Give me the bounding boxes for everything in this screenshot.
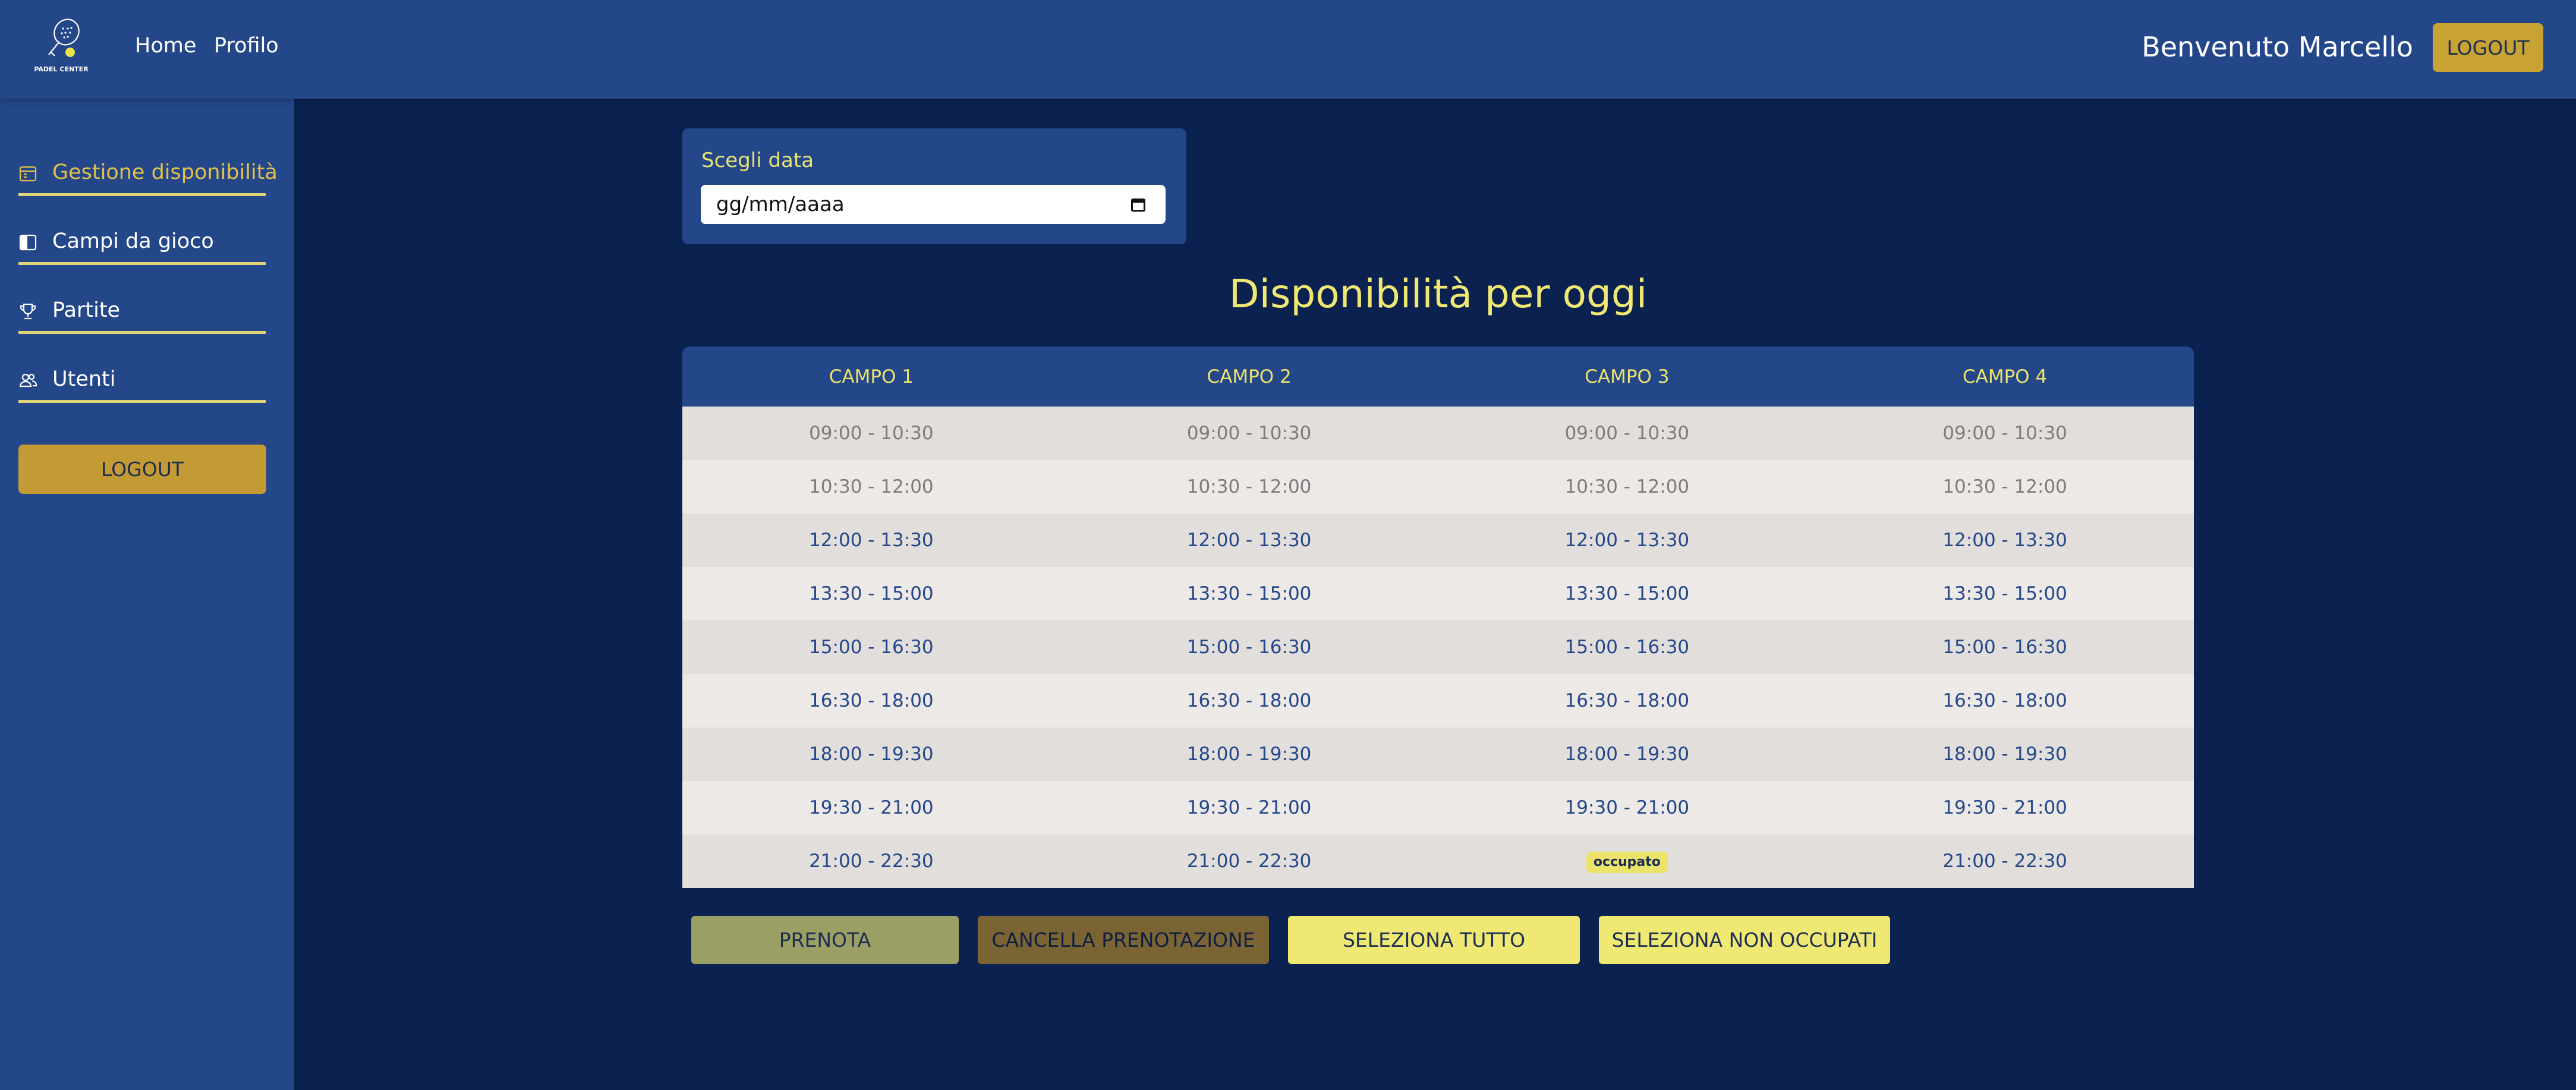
- date-input-placeholder: gg/mm/aaaa: [716, 193, 845, 216]
- time-slot-cell[interactable]: 15:00 - 16:30: [1438, 620, 1816, 674]
- date-picker-label: Scegli data: [701, 149, 814, 172]
- date-picker-card: Scegli data gg/mm/aaaa: [682, 128, 1186, 244]
- padel-racket-icon: PADEL CENTER: [34, 18, 89, 73]
- time-slot-cell[interactable]: 18:00 - 19:30: [682, 727, 1060, 781]
- time-slot-cell[interactable]: 16:30 - 18:00: [1060, 674, 1438, 727]
- calendar-picker-icon[interactable]: [1129, 195, 1148, 214]
- table-row: 15:00 - 16:30 15:00 - 16:30 15:00 - 16:30 1…: [682, 620, 2194, 674]
- sidebar: Gestione disponibilità Campi da gioco Pa…: [0, 99, 294, 1090]
- time-slot-cell[interactable]: 09:00 - 10:30: [682, 407, 1060, 460]
- time-slot-cell[interactable]: occupato: [1438, 834, 1816, 888]
- sidebar-item-label: Partite: [52, 298, 121, 322]
- time-slot-cell[interactable]: 10:30 - 12:00: [682, 460, 1060, 514]
- prenota-button[interactable]: PRENOTA: [691, 916, 959, 964]
- time-slot-cell[interactable]: 12:00 - 13:30: [1060, 514, 1438, 567]
- table-row: 13:30 - 15:00 13:30 - 15:00 13:30 - 15:00 1…: [682, 567, 2194, 620]
- time-slot-cell[interactable]: 13:30 - 15:00: [1816, 567, 2194, 620]
- time-slot-cell[interactable]: 15:00 - 16:30: [682, 620, 1060, 674]
- logo-text: PADEL CENTER: [34, 65, 89, 73]
- top-navbar: PADEL CENTER Home Profilo Benvenuto Marc…: [0, 0, 2576, 99]
- time-slot-cell[interactable]: 21:00 - 22:30: [682, 834, 1060, 888]
- time-slot-cell[interactable]: 18:00 - 19:30: [1060, 727, 1438, 781]
- cancella-prenotazione-button[interactable]: CANCELLA PRENOTAZIONE: [978, 916, 1269, 964]
- time-slot-cell[interactable]: 16:30 - 18:00: [682, 674, 1060, 727]
- sidebar-item-label: Campi da gioco: [52, 229, 214, 253]
- time-slot-cell[interactable]: 09:00 - 10:30: [1816, 407, 2194, 460]
- seleziona-non-occupati-button[interactable]: SELEZIONA NON OCCUPATI: [1599, 916, 1890, 964]
- date-input[interactable]: gg/mm/aaaa: [701, 185, 1166, 224]
- time-slot-cell[interactable]: 19:30 - 21:00: [1060, 781, 1438, 834]
- sidebar-item-label: Gestione disponibilità: [52, 160, 278, 184]
- header-logout-button[interactable]: LOGOUT: [2433, 23, 2543, 72]
- time-slot-cell[interactable]: 13:30 - 15:00: [1060, 567, 1438, 620]
- availability-table-wrapper: CAMPO 1 CAMPO 2 CAMPO 3 CAMPO 4 09:00 - …: [682, 346, 2194, 888]
- seleziona-tutto-button[interactable]: SELEZIONA TUTTO: [1288, 916, 1580, 964]
- column-header-campo-1: CAMPO 1: [682, 346, 1060, 407]
- table-header-row: CAMPO 1 CAMPO 2 CAMPO 3 CAMPO 4: [682, 346, 2194, 407]
- time-slot-cell[interactable]: 12:00 - 13:30: [1438, 514, 1816, 567]
- nav-home-link[interactable]: Home: [135, 31, 196, 61]
- calendar-icon: [18, 164, 37, 183]
- table-row: 21:00 - 22:30 21:00 - 22:30 occupato 21:00 …: [682, 834, 2194, 888]
- time-slot-cell[interactable]: 15:00 - 16:30: [1816, 620, 2194, 674]
- time-slot-cell[interactable]: 21:00 - 22:30: [1060, 834, 1438, 888]
- table-row: 12:00 - 13:30 12:00 - 13:30 12:00 - 13:30 1…: [682, 514, 2194, 567]
- welcome-message: Benvenuto Marcello: [2142, 31, 2413, 63]
- time-slot-cell[interactable]: 13:30 - 15:00: [1438, 567, 1816, 620]
- table-body: 09:00 - 10:30 09:00 - 10:30 09:00 - 10:30 0…: [682, 407, 2194, 888]
- table-row: 09:00 - 10:30 09:00 - 10:30 09:00 - 10:30 0…: [682, 407, 2194, 460]
- time-slot-cell[interactable]: 18:00 - 19:30: [1438, 727, 1816, 781]
- users-icon: [18, 371, 37, 390]
- table-row: 10:30 - 12:00 10:30 - 12:00 10:30 - 12:00 1…: [682, 460, 2194, 514]
- time-slot-cell[interactable]: 18:00 - 19:30: [1816, 727, 2194, 781]
- sidebar-item-gestione-disponibilita[interactable]: Gestione disponibilità: [18, 157, 278, 196]
- time-slot-cell[interactable]: 09:00 - 10:30: [1438, 407, 1816, 460]
- table-row: 16:30 - 18:00 16:30 - 18:00 16:30 - 18:00 1…: [682, 674, 2194, 727]
- table-row: 19:30 - 21:00 19:30 - 21:00 19:30 - 21:00 1…: [682, 781, 2194, 834]
- time-slot-cell[interactable]: 13:30 - 15:00: [682, 567, 1060, 620]
- column-header-campo-4: CAMPO 4: [1816, 346, 2194, 407]
- nav-profilo-link[interactable]: Profilo: [214, 31, 279, 61]
- column-header-campo-2: CAMPO 2: [1060, 346, 1438, 407]
- time-slot-cell[interactable]: 19:30 - 21:00: [1438, 781, 1816, 834]
- time-slot-cell[interactable]: 12:00 - 13:30: [682, 514, 1060, 567]
- occupied-badge: occupato: [1586, 852, 1668, 873]
- sidebar-item-label: Utenti: [52, 367, 116, 391]
- sidebar-item-partite[interactable]: Partite: [18, 295, 266, 334]
- time-slot-cell[interactable]: 10:30 - 12:00: [1060, 460, 1438, 514]
- availability-table: CAMPO 1 CAMPO 2 CAMPO 3 CAMPO 4 09:00 - …: [682, 346, 2194, 888]
- time-slot-cell[interactable]: 16:30 - 18:00: [1438, 674, 1816, 727]
- sidebar-item-campi-da-gioco[interactable]: Campi da gioco: [18, 226, 266, 265]
- court-icon: [18, 233, 37, 252]
- time-slot-cell[interactable]: 16:30 - 18:00: [1816, 674, 2194, 727]
- column-header-campo-3: CAMPO 3: [1438, 346, 1816, 407]
- time-slot-cell[interactable]: 21:00 - 22:30: [1816, 834, 2194, 888]
- page-title: Disponibilità per oggi: [1229, 271, 1648, 317]
- sidebar-logout-button[interactable]: LOGOUT: [18, 445, 266, 494]
- time-slot-cell[interactable]: 10:30 - 12:00: [1816, 460, 2194, 514]
- time-slot-cell[interactable]: 19:30 - 21:00: [1816, 781, 2194, 834]
- table-row: 18:00 - 19:30 18:00 - 19:30 18:00 - 19:30 1…: [682, 727, 2194, 781]
- time-slot-cell[interactable]: 15:00 - 16:30: [1060, 620, 1438, 674]
- time-slot-cell[interactable]: 10:30 - 12:00: [1438, 460, 1816, 514]
- trophy-icon: [18, 302, 37, 321]
- sidebar-item-utenti[interactable]: Utenti: [18, 364, 266, 403]
- time-slot-cell[interactable]: 09:00 - 10:30: [1060, 407, 1438, 460]
- time-slot-cell[interactable]: 12:00 - 13:30: [1816, 514, 2194, 567]
- padel-center-logo[interactable]: PADEL CENTER: [29, 17, 94, 76]
- time-slot-cell[interactable]: 19:30 - 21:00: [682, 781, 1060, 834]
